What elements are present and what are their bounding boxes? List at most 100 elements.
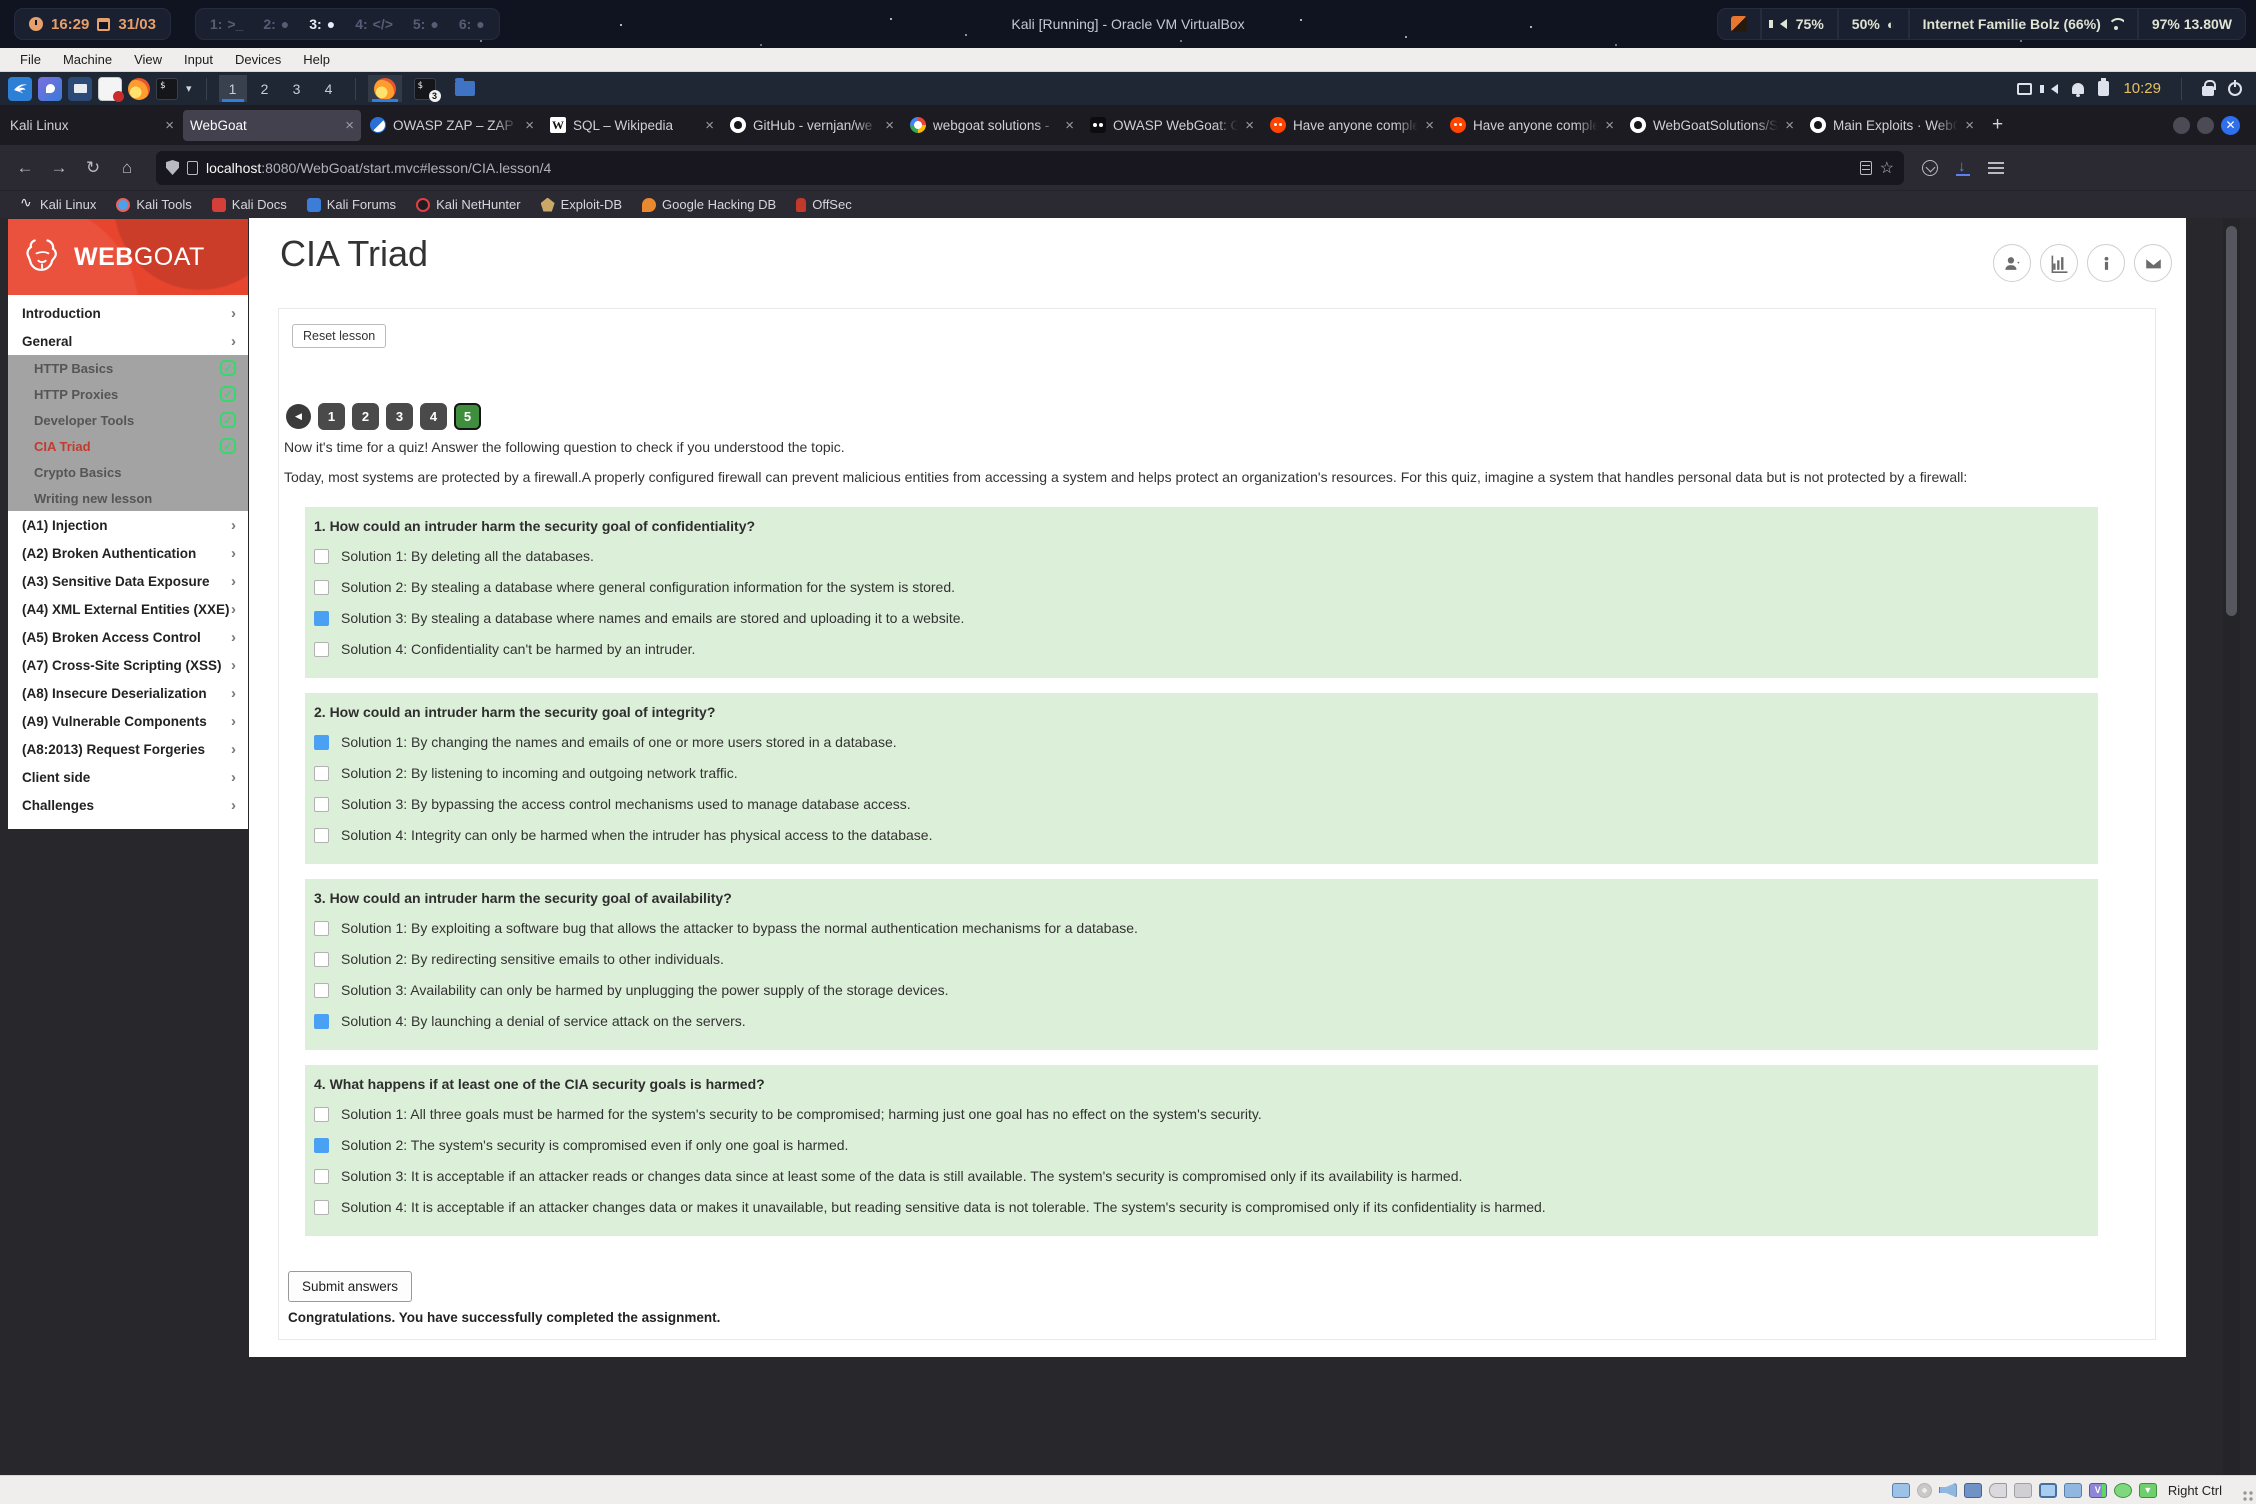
url-bar[interactable]: localhost:8080/WebGoat/start.mvc#lesson/… bbox=[156, 151, 1904, 185]
battery-widget[interactable]: 97% 13.80W bbox=[2138, 8, 2246, 40]
kali-workspace-4[interactable]: 4 bbox=[315, 75, 343, 102]
sidebar-item-developer-tools[interactable]: Developer Tools✓ bbox=[8, 407, 248, 433]
bookmark-item[interactable]: Kali NetHunter bbox=[408, 195, 529, 214]
solution-option[interactable]: Solution 1: By deleting all the database… bbox=[314, 548, 2084, 564]
vbox-menu-file[interactable]: File bbox=[10, 50, 51, 69]
browser-tab[interactable]: WebGoat× bbox=[183, 110, 361, 141]
sidebar-item--a5-broken-access-control[interactable]: (A5) Broken Access Control› bbox=[8, 623, 248, 651]
solution-option[interactable]: Solution 4: By launching a denial of ser… bbox=[314, 1013, 2084, 1029]
back-button[interactable]: ← bbox=[8, 152, 42, 184]
vm-indicator[interactable] bbox=[1717, 8, 1761, 40]
notifications-icon[interactable] bbox=[2072, 83, 2084, 94]
text-editor-icon[interactable] bbox=[98, 77, 122, 101]
sidebar-item--a4-xml-external-entities-xxe-[interactable]: (A4) XML External Entities (XXE)› bbox=[8, 595, 248, 623]
webgoat-logo-header[interactable]: WEBGOAT bbox=[8, 219, 248, 295]
file-manager-icon[interactable] bbox=[68, 77, 92, 101]
sidebar-item--a7-cross-site-scripting-xss-[interactable]: (A7) Cross-Site Scripting (XSS)› bbox=[8, 651, 248, 679]
app-menu-icon[interactable] bbox=[38, 77, 62, 101]
solution-option[interactable]: Solution 2: By redirecting sensitive ema… bbox=[314, 951, 2084, 967]
bookmark-item[interactable]: Kali Forums bbox=[299, 195, 404, 214]
file-manager-task-button[interactable] bbox=[448, 75, 482, 102]
sidebar-item-challenges[interactable]: Challenges› bbox=[8, 791, 248, 819]
sidebar-item-crypto-basics[interactable]: Crypto Basics bbox=[8, 459, 248, 485]
bookmark-item[interactable]: Google Hacking DB bbox=[634, 195, 784, 214]
solution-option[interactable]: Solution 1: All three goals must be harm… bbox=[314, 1106, 2084, 1122]
sidebar-item--a2-broken-authentication[interactable]: (A2) Broken Authentication› bbox=[8, 539, 248, 567]
minimize-button[interactable] bbox=[2173, 117, 2190, 134]
checkbox-unchecked[interactable] bbox=[314, 1107, 329, 1122]
solution-option[interactable]: Solution 3: Availability can only be har… bbox=[314, 982, 2084, 998]
checkbox-checked[interactable] bbox=[314, 1138, 329, 1153]
battery-icon[interactable] bbox=[2098, 81, 2109, 96]
host-clock-widget[interactable]: 16:29 31/03 bbox=[14, 8, 171, 40]
bookmark-item[interactable]: OffSec bbox=[788, 195, 860, 214]
bookmark-item[interactable]: Exploit-DB bbox=[533, 195, 630, 214]
scrollbar-thumb[interactable] bbox=[2226, 226, 2237, 616]
firefox-launcher-icon[interactable] bbox=[128, 78, 150, 100]
volume-widget[interactable]: 75% bbox=[1761, 8, 1838, 40]
tab-close-icon[interactable]: × bbox=[1425, 117, 1434, 134]
keyboard-icon[interactable]: ▼ bbox=[2139, 1483, 2157, 1498]
solution-option[interactable]: Solution 4: Confidentiality can't be har… bbox=[314, 641, 2084, 657]
resize-grip[interactable] bbox=[2242, 1490, 2254, 1502]
tab-close-icon[interactable]: × bbox=[885, 117, 894, 134]
solution-option[interactable]: Solution 4: It is acceptable if an attac… bbox=[314, 1199, 2084, 1215]
browser-tab[interactable]: WSQL – Wikipedia× bbox=[543, 110, 721, 141]
solution-option[interactable]: Solution 2: By stealing a database where… bbox=[314, 579, 2084, 595]
sidebar-item--a1-injection[interactable]: (A1) Injection› bbox=[8, 511, 248, 539]
close-window-button[interactable]: ✕ bbox=[2221, 116, 2240, 135]
lesson-page-button-2[interactable]: 2 bbox=[352, 403, 379, 430]
sidebar-item--a9-vulnerable-components[interactable]: (A9) Vulnerable Components› bbox=[8, 707, 248, 735]
lesson-page-button-5[interactable]: 5 bbox=[454, 403, 481, 430]
forward-button[interactable]: → bbox=[42, 152, 76, 184]
display-icon[interactable] bbox=[2039, 1483, 2057, 1498]
audio-icon[interactable] bbox=[1939, 1483, 1957, 1498]
sidebar-item--a8-2013-request-forgeries[interactable]: (A8:2013) Request Forgeries› bbox=[8, 735, 248, 763]
checkbox-unchecked[interactable] bbox=[314, 983, 329, 998]
network-icon[interactable] bbox=[1964, 1483, 1982, 1498]
url-text[interactable]: localhost:8080/WebGoat/start.mvc#lesson/… bbox=[206, 160, 1852, 176]
checkbox-unchecked[interactable] bbox=[314, 921, 329, 936]
tab-close-icon[interactable]: × bbox=[705, 117, 714, 134]
hard-disks-icon[interactable] bbox=[1892, 1483, 1910, 1498]
lock-screen-icon[interactable] bbox=[2202, 86, 2214, 96]
terminal-launcher-icon[interactable]: $ bbox=[156, 78, 178, 100]
host-workspace[interactable]: 4:</> bbox=[355, 16, 393, 32]
vbox-menu-input[interactable]: Input bbox=[174, 50, 223, 69]
browser-tab[interactable]: WebGoatSolutions/S× bbox=[1623, 110, 1801, 141]
bookmark-item[interactable]: Kali Linux bbox=[12, 195, 104, 214]
reload-button[interactable]: ↻ bbox=[76, 152, 110, 184]
contact-button[interactable] bbox=[2134, 244, 2172, 282]
wifi-widget[interactable]: Internet Familie Bolz (66%) bbox=[1909, 8, 2138, 40]
reader-mode-icon[interactable] bbox=[1860, 161, 1872, 175]
checkbox-unchecked[interactable] bbox=[314, 766, 329, 781]
tracking-protection-shield-icon[interactable] bbox=[166, 160, 179, 175]
brightness-widget[interactable]: 50% ◐ bbox=[1838, 8, 1909, 40]
optical-drives-icon[interactable] bbox=[1917, 1483, 1932, 1498]
browser-tab[interactable]: Kali Linux× bbox=[3, 110, 181, 141]
checkbox-unchecked[interactable] bbox=[314, 1200, 329, 1215]
kali-workspace-2[interactable]: 2 bbox=[251, 75, 279, 102]
checkbox-unchecked[interactable] bbox=[314, 642, 329, 657]
checkbox-unchecked[interactable] bbox=[314, 952, 329, 967]
firefox-task-button[interactable] bbox=[368, 75, 402, 102]
mouse-integration-icon[interactable] bbox=[2114, 1483, 2132, 1498]
host-workspace[interactable]: 2:● bbox=[263, 16, 289, 32]
browser-tab[interactable]: Main Exploits · WebG× bbox=[1803, 110, 1981, 141]
browser-tab[interactable]: Have anyone comple× bbox=[1443, 110, 1621, 141]
host-workspace[interactable]: 6:● bbox=[459, 16, 485, 32]
report-card-button[interactable] bbox=[2040, 244, 2078, 282]
audio-icon[interactable] bbox=[2046, 84, 2058, 94]
home-button[interactable]: ⌂ bbox=[110, 152, 144, 184]
solution-option[interactable]: Solution 3: By stealing a database where… bbox=[314, 610, 2084, 626]
features-icon[interactable]: V bbox=[2089, 1483, 2107, 1498]
maximize-button[interactable] bbox=[2197, 117, 2214, 134]
tab-close-icon[interactable]: × bbox=[1065, 117, 1074, 134]
checkbox-unchecked[interactable] bbox=[314, 797, 329, 812]
checkbox-unchecked[interactable] bbox=[314, 549, 329, 564]
menu-hamburger-icon[interactable] bbox=[1988, 167, 2004, 169]
checkbox-unchecked[interactable] bbox=[314, 828, 329, 843]
bookmark-item[interactable]: Kali Tools bbox=[108, 195, 199, 214]
solution-option[interactable]: Solution 2: By listening to incoming and… bbox=[314, 765, 2084, 781]
host-workspace[interactable]: 1:>_ bbox=[210, 16, 243, 32]
